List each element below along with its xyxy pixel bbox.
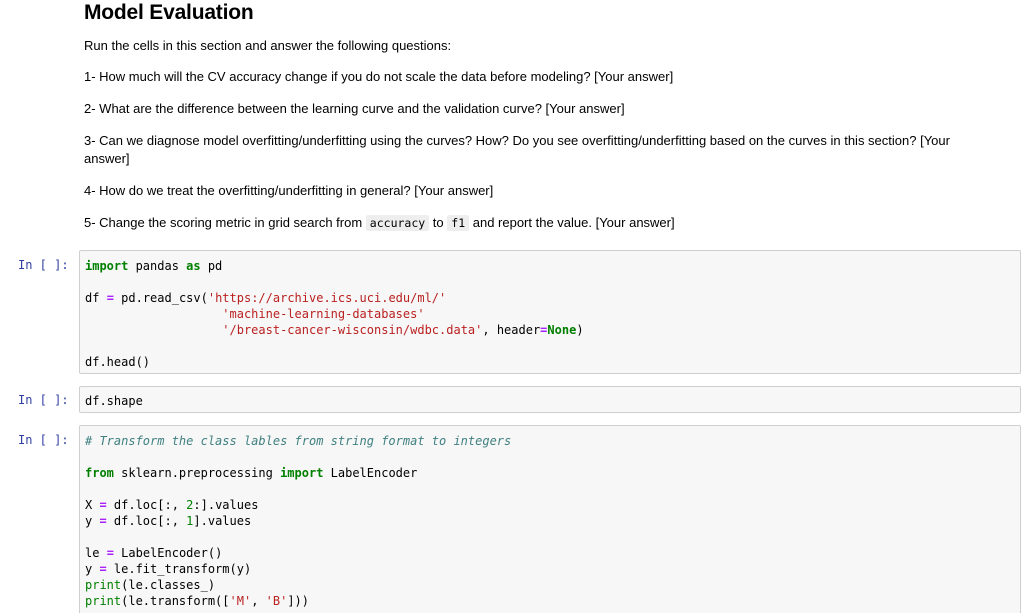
inline-code-accuracy: accuracy [365,215,430,231]
section-title: Model Evaluation [84,1,254,24]
q5-text-pre: 5- Change the scoring metric in grid sea… [84,215,366,230]
code-line: y = df.loc[:, 1].values [85,514,252,528]
question-4: 4- How do we treat the overfitting/under… [84,183,494,198]
question-5: 5- Change the scoring metric in grid sea… [84,214,984,232]
code-line: print(le.classes_) [85,578,216,592]
question-2: 2- What are the difference between the l… [84,101,625,116]
code-line: df.head() [85,355,151,369]
intro-text: Run the cells in this section and answer… [84,38,452,53]
code-line: y = le.fit_transform(y) [85,562,252,576]
code-line: df.shape [85,394,143,408]
code-line: import pandas as pd [85,259,223,273]
code-line: # Transform the class lables from string… [85,434,512,448]
q5-text-post: and report the value. [Your answer] [469,215,675,230]
inline-code-f1: f1 [447,215,470,231]
cell-prompt-2: In [ ]: [18,393,69,407]
cell-prompt-3: In [ ]: [18,433,69,447]
code-line: le = LabelEncoder() [85,546,223,560]
code-line: 'machine-learning-databases' [222,307,425,321]
code-cell-3[interactable]: # Transform the class lables from string… [79,425,1021,613]
code-cell-2[interactable]: df.shape [79,386,1021,413]
code-line: X = df.loc[:, 2:].values [85,498,259,512]
code-line: df = pd.read_csv('https://archive.ics.uc… [85,291,447,305]
code-line: from sklearn.preprocessing import LabelE… [85,466,418,480]
code-line: '/breast-cancer-wisconsin/wdbc.data', he… [222,323,584,337]
cell-prompt-1: In [ ]: [18,258,69,272]
q5-text-mid: to [429,215,448,230]
question-3: 3- Can we diagnose model overfitting/und… [84,133,950,166]
code-cell-1[interactable]: import pandas as pd df = pd.read_csv('ht… [79,250,1021,374]
code-line: print(le.transform(['M', 'B'])) [85,594,310,608]
question-1: 1- How much will the CV accuracy change … [84,69,674,84]
